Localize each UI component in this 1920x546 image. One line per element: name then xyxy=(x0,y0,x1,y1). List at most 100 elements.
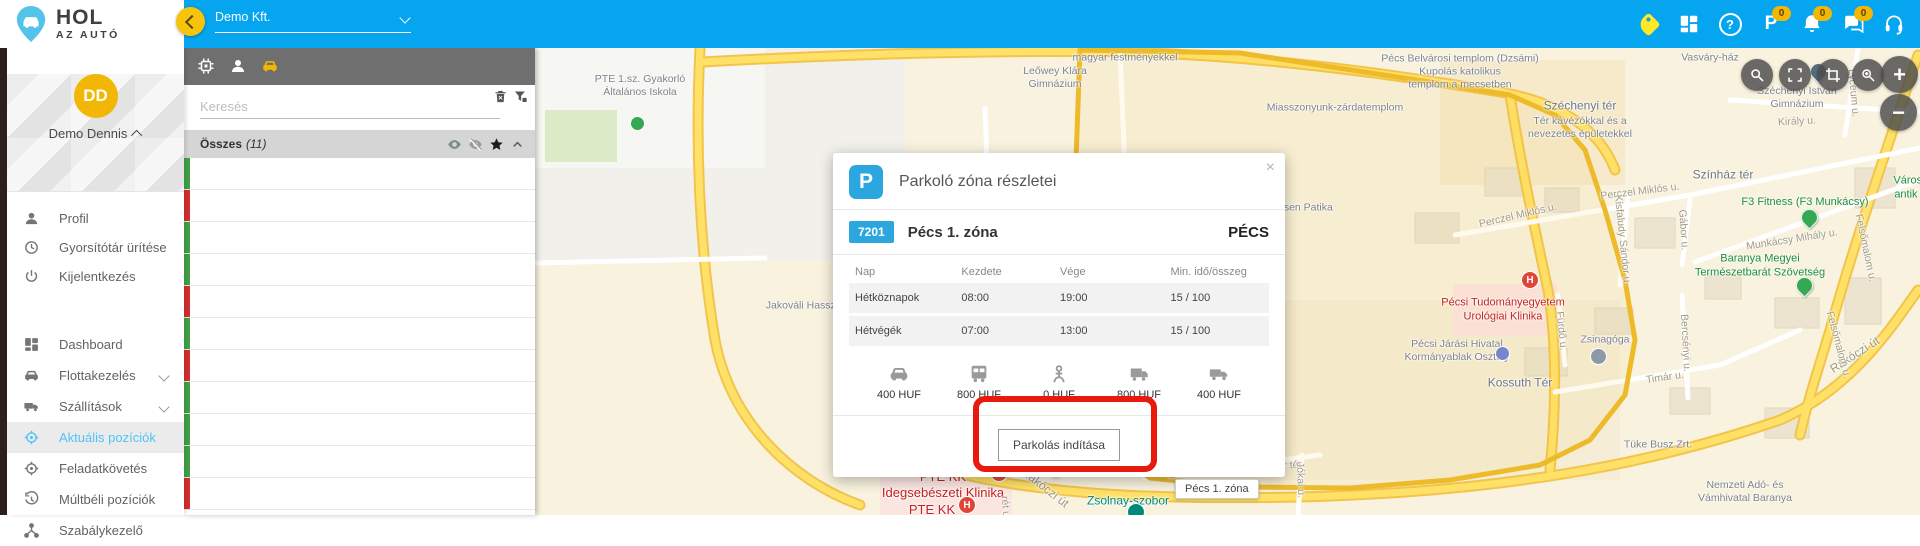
tariff-bus-icon: 800 HUF xyxy=(939,363,1019,401)
vehicle-row[interactable] xyxy=(184,158,535,190)
tariff-van-icon: 800 HUF xyxy=(1099,363,1179,401)
company-select[interactable]: Demo Kft. xyxy=(215,10,411,33)
vehicle-row[interactable] xyxy=(184,350,535,382)
table-cell: 07:00 xyxy=(961,325,1060,337)
headset-icon[interactable] xyxy=(1882,12,1906,36)
filter-icon[interactable] xyxy=(513,89,529,105)
truck-icon xyxy=(23,398,40,415)
start-parking-button[interactable]: Parkolás indítása xyxy=(998,429,1120,461)
table-cell: Hétvégék xyxy=(849,325,961,337)
close-icon[interactable]: × xyxy=(1266,159,1275,177)
profile-section: DD Demo Dennis xyxy=(7,74,184,192)
vehicle-row[interactable] xyxy=(184,286,535,318)
government-office-icon[interactable] xyxy=(1495,346,1510,361)
zone-map-tooltip: Pécs 1. zóna xyxy=(1175,479,1259,499)
collapse-sidebar-button[interactable] xyxy=(176,7,205,36)
vehicle-row[interactable] xyxy=(184,414,535,446)
sidebar-item-sz-ll-t-sok[interactable]: Szállítások xyxy=(7,391,184,422)
sidebar-item-m-ltb-li-poz-ci-k[interactable]: Múltbéli pozíciók xyxy=(7,484,184,515)
sidebar-item-profil[interactable]: Profil xyxy=(7,204,184,233)
sidebar-item-flottakezel-s[interactable]: Flottakezelés xyxy=(7,360,184,391)
power-icon xyxy=(23,268,40,285)
status-bar xyxy=(184,350,190,381)
sidebar-item-kijelentkez-s[interactable]: Kijelentkezés xyxy=(7,262,184,291)
table-cell: 13:00 xyxy=(1060,325,1162,337)
map-fullscreen-button[interactable] xyxy=(1779,59,1811,91)
sidebar-item-label: Dashboard xyxy=(59,337,123,352)
tag-icon[interactable] xyxy=(1636,12,1660,36)
tariff-motorcycle-icon: 0 HUF xyxy=(1019,363,1099,401)
zone-name: Pécs 1. zóna xyxy=(908,224,998,241)
monument-icon[interactable] xyxy=(1127,503,1145,515)
notification-badge: 0 xyxy=(1854,6,1873,21)
chevron-up-icon xyxy=(131,130,142,141)
bell-icon[interactable]: 0 xyxy=(1800,12,1824,36)
sidebar-item-aktu-lis-poz-ci-k[interactable]: Aktuális pozíciók xyxy=(7,422,184,453)
search-input[interactable] xyxy=(200,95,500,119)
group-count: (11) xyxy=(246,137,266,151)
panel-tab-person-icon[interactable] xyxy=(229,57,249,77)
tariff-truck-icon: 400 HUF xyxy=(1179,363,1259,401)
apps-icon[interactable] xyxy=(1677,12,1701,36)
notification-badge: 0 xyxy=(1772,6,1791,21)
avatar[interactable]: DD xyxy=(74,74,118,118)
show-all-icon[interactable] xyxy=(447,137,462,152)
map-zoom-out-button[interactable]: − xyxy=(1880,94,1917,131)
tariff-schedule-table: NapKezdeteVégeMin. idő/összegHétköznapok… xyxy=(833,255,1285,346)
sidebar: DD Demo Dennis Profil Gyorsítótár ürítése… xyxy=(7,48,184,515)
sidebar-item-gyors-t-t-r-r-t-se[interactable]: Gyorsítótár ürítése xyxy=(7,233,184,262)
status-bar xyxy=(184,414,190,445)
vehicle-row[interactable] xyxy=(184,382,535,414)
popup-title: Parkoló zóna részletei xyxy=(899,173,1056,191)
map-zoom-in-button[interactable]: + xyxy=(1881,56,1918,93)
sidebar-item-label: Szállítások xyxy=(59,399,122,414)
table-cell: 15 / 100 xyxy=(1162,325,1269,337)
vehicle-row[interactable] xyxy=(184,318,535,350)
sidebar-item-dashboard[interactable]: Dashboard xyxy=(7,329,184,360)
car-icon xyxy=(23,367,40,384)
sidebar-edge-strip xyxy=(0,48,7,515)
chat-icon[interactable]: 0 xyxy=(1841,12,1865,36)
favorites-icon[interactable] xyxy=(489,137,504,152)
sidebar-item-label: Profil xyxy=(59,211,89,226)
vehicle-row[interactable] xyxy=(184,190,535,222)
group-header-row[interactable]: Összes (11) xyxy=(184,130,535,158)
sitemap-icon xyxy=(23,522,40,539)
panel-tab-device-icon[interactable] xyxy=(197,57,217,77)
vehicle-row[interactable] xyxy=(184,222,535,254)
collapse-group-icon[interactable] xyxy=(510,137,525,152)
school-poi-icon[interactable] xyxy=(630,116,645,131)
vehicle-row[interactable] xyxy=(184,254,535,286)
vehicle-row[interactable] xyxy=(184,478,535,510)
user-name[interactable]: Demo Dennis xyxy=(7,126,184,141)
help-icon[interactable]: ? xyxy=(1718,12,1742,36)
account-menu: Profil Gyorsítótár ürítéseKijelentkezés xyxy=(7,192,184,291)
status-bar xyxy=(184,318,190,349)
bus-icon xyxy=(939,363,1019,385)
tariff-price: 800 HUF xyxy=(1099,389,1179,401)
map-search-button[interactable] xyxy=(1741,59,1773,91)
tariff-price: 0 HUF xyxy=(1019,389,1099,401)
sidebar-item-feladatk-vet-s[interactable]: Feladatkövetés xyxy=(7,453,184,484)
person-icon xyxy=(23,210,40,227)
hospital-icon[interactable]: H xyxy=(958,496,976,514)
zone-city: PÉCS xyxy=(1228,224,1269,241)
hide-all-icon[interactable] xyxy=(468,137,483,152)
status-bar xyxy=(184,382,190,413)
group-header-label: Összes xyxy=(200,137,242,151)
chevron-down-icon xyxy=(158,370,169,381)
sidebar-item-szab-lykezel-[interactable]: Szabálykezelő xyxy=(7,515,184,546)
map-zoom-area-button[interactable] xyxy=(1852,59,1884,91)
map[interactable]: PTE 1.sz. GyakorlóÁltalános IskolaLeőwey… xyxy=(535,48,1920,515)
parking-icon[interactable]: P0 xyxy=(1759,12,1783,36)
clear-filter-icon[interactable] xyxy=(493,89,509,105)
status-bar xyxy=(184,158,190,189)
chevron-left-icon xyxy=(185,14,199,28)
synagogue-icon[interactable] xyxy=(1590,348,1607,365)
table-cell: Hétköznapok xyxy=(849,292,961,304)
map-crop-button[interactable] xyxy=(1817,59,1849,91)
chevron-down-icon xyxy=(399,12,410,23)
panel-tab-car-icon[interactable] xyxy=(261,57,281,77)
hospital-icon[interactable]: H xyxy=(1521,271,1539,289)
vehicle-row[interactable] xyxy=(184,446,535,478)
